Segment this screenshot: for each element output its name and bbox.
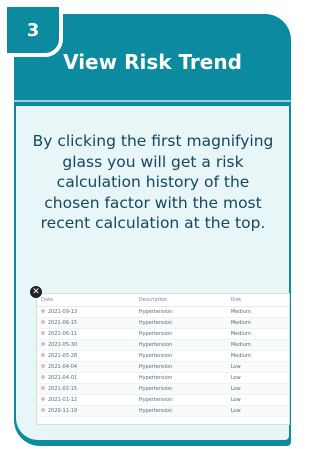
date-cell: 2021-01-12 xyxy=(37,394,135,406)
date-cell-text: 2021-02-15 xyxy=(48,386,78,392)
risk-cell-text: Low xyxy=(230,364,241,370)
description-cell: Hypertension xyxy=(134,383,227,395)
date-cell: 2021-04-01 xyxy=(37,372,135,384)
date-cell-text: 2021-05-30 xyxy=(48,342,78,348)
close-icon[interactable]: ✕ xyxy=(30,286,42,298)
description-cell: Hypertension xyxy=(134,317,227,329)
description-cell: Hypertension xyxy=(134,306,227,318)
date-cell-text: 2021-01-12 xyxy=(48,397,78,403)
date-cell: 2021-09-13 xyxy=(37,306,135,318)
date-cell-text: 2021-04-01 xyxy=(48,375,78,381)
risk-cell-text: Medium xyxy=(230,342,251,348)
description-cell-text: Hypertension xyxy=(138,375,173,381)
row-marker-icon xyxy=(41,320,45,324)
step-badge: 3 xyxy=(3,3,63,57)
table-row[interactable]: 2021-02-15 Hypertension Low xyxy=(37,383,289,395)
description-cell-text: Hypertension xyxy=(138,342,173,348)
risk-cell: Low xyxy=(226,372,289,384)
risk-cell-text: Low xyxy=(230,397,241,403)
date-cell: 2021-02-15 xyxy=(37,383,135,395)
column-header-risk: Risk xyxy=(226,294,289,307)
date-cell-text: 2021-04-04 xyxy=(48,364,78,370)
risk-cell-text: Low xyxy=(230,375,241,381)
description-cell: Hypertension xyxy=(134,328,227,340)
description-cell-text: Hypertension xyxy=(138,397,173,403)
description-cell-text: Hypertension xyxy=(138,408,173,414)
risk-cell: Medium xyxy=(226,306,289,318)
risk-cell: Medium xyxy=(226,328,289,340)
risk-cell: Medium xyxy=(226,317,289,329)
risk-cell-text: Low xyxy=(230,408,241,414)
risk-cell-text: Medium xyxy=(230,331,251,337)
risk-cell: Medium xyxy=(226,350,289,362)
description-cell-text: Hypertension xyxy=(138,364,173,370)
description-cell: Hypertension xyxy=(134,350,227,362)
row-marker-icon xyxy=(41,353,45,357)
risk-cell-text: Medium xyxy=(230,309,251,315)
step-number: 3 xyxy=(26,19,40,41)
date-cell: 2021-05-30 xyxy=(37,339,135,351)
description-cell: Hypertension xyxy=(134,405,227,417)
date-cell: 2020-11-19 xyxy=(37,405,135,417)
row-marker-icon xyxy=(41,408,45,412)
date-cell: 2021-06-15 xyxy=(37,317,135,329)
step-description: By clicking the first magnifying glass y… xyxy=(32,132,274,232)
date-cell-text: 2021-05-28 xyxy=(48,353,78,359)
row-marker-icon xyxy=(41,375,45,379)
row-marker-icon xyxy=(41,386,45,390)
risk-history-table: Date Description Risk 2021-09-13 Hyperten… xyxy=(37,294,289,417)
table-row[interactable]: 2021-01-12 Hypertension Low xyxy=(37,394,289,406)
table-row[interactable]: 2021-05-28 Hypertension Medium xyxy=(37,350,289,362)
column-header-date: Date xyxy=(37,294,135,307)
date-cell-text: 2021-09-13 xyxy=(48,309,78,315)
risk-cell: Low xyxy=(226,383,289,395)
description-cell: Hypertension xyxy=(134,394,227,406)
date-cell-text: 2021-06-15 xyxy=(48,320,78,326)
row-marker-icon xyxy=(41,397,45,401)
date-cell: 2021-06-11 xyxy=(37,328,135,340)
description-cell: Hypertension xyxy=(134,361,227,373)
table-row[interactable]: 2021-06-11 Hypertension Medium xyxy=(37,328,289,340)
table-row[interactable]: 2021-04-01 Hypertension Low xyxy=(37,372,289,384)
row-marker-icon xyxy=(41,342,45,346)
step-title: View Risk Trend xyxy=(63,50,242,74)
header-divider xyxy=(14,100,291,102)
date-cell-text: 2021-06-11 xyxy=(48,331,78,337)
description-cell-text: Hypertension xyxy=(138,320,173,326)
row-marker-icon xyxy=(41,309,45,313)
date-cell: 2021-05-28 xyxy=(37,350,135,362)
row-marker-icon xyxy=(41,364,45,368)
row-marker-icon xyxy=(41,331,45,335)
table-body: 2021-09-13 Hypertension Medium 2021-06-15 Hy… xyxy=(37,306,289,417)
description-cell-text: Hypertension xyxy=(138,309,173,315)
risk-cell: Low xyxy=(226,405,289,417)
risk-cell-text: Low xyxy=(230,386,241,392)
column-header-description: Description xyxy=(134,294,227,307)
risk-history-screenshot: Date Description Risk 2021-09-13 Hyperten… xyxy=(36,293,290,425)
date-cell: 2021-04-04 xyxy=(37,361,135,373)
description-cell-text: Hypertension xyxy=(138,331,173,337)
table-row[interactable]: 2021-06-15 Hypertension Medium xyxy=(37,317,289,329)
description-cell-text: Hypertension xyxy=(138,353,173,359)
risk-cell: Low xyxy=(226,361,289,373)
table-row[interactable]: 2021-04-04 Hypertension Low xyxy=(37,361,289,373)
risk-cell: Low xyxy=(226,394,289,406)
description-cell: Hypertension xyxy=(134,339,227,351)
table-row[interactable]: 2021-05-30 Hypertension Medium xyxy=(37,339,289,351)
table-header-row: Date Description Risk xyxy=(37,294,289,307)
date-cell-text: 2020-11-19 xyxy=(48,408,78,414)
risk-cell-text: Medium xyxy=(230,320,251,326)
table-row[interactable]: 2021-09-13 Hypertension Medium xyxy=(37,306,289,318)
description-cell: Hypertension xyxy=(134,372,227,384)
description-cell-text: Hypertension xyxy=(138,386,173,392)
risk-cell-text: Medium xyxy=(230,353,251,359)
risk-cell: Medium xyxy=(226,339,289,351)
table-row[interactable]: 2020-11-19 Hypertension Low xyxy=(37,405,289,417)
